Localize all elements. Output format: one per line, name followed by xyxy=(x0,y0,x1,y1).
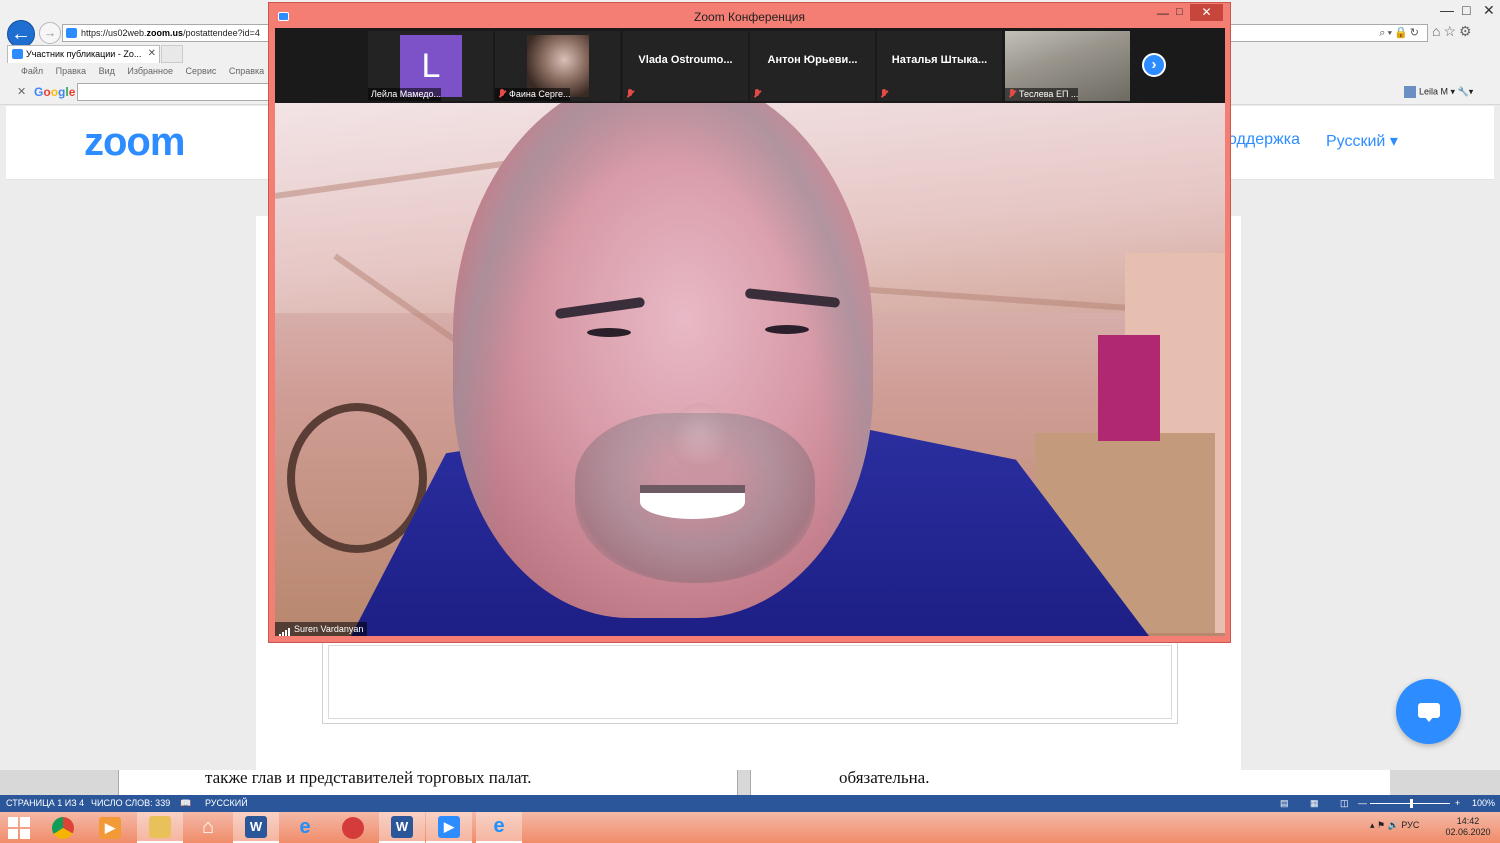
participant-name: Лейла Мамедо... xyxy=(368,88,442,101)
participants-strip: L Лейла Мамедо... Фаина Серге... Vlada O… xyxy=(275,28,1225,103)
new-tab-button[interactable] xyxy=(161,45,183,63)
close-icon[interactable]: ✕ xyxy=(1190,4,1223,21)
participant-name: Теслева ЕП ... xyxy=(1019,89,1079,99)
chat-button[interactable] xyxy=(1396,679,1461,744)
word-icon[interactable]: W xyxy=(233,812,279,843)
zoom-app-icon[interactable]: ▶ xyxy=(426,812,472,843)
menu-view[interactable]: Вид xyxy=(99,66,115,76)
home-star-gear-icons[interactable]: ⌂☆⚙ xyxy=(1432,23,1475,40)
participant-tile[interactable]: Фаина Серге... xyxy=(495,31,620,101)
zoom-in-icon[interactable]: + xyxy=(1455,795,1460,812)
chevron-down-icon: ▾ xyxy=(1389,133,1398,150)
media-player-icon[interactable]: ▶ xyxy=(87,812,133,843)
forward-arrow-icon[interactable]: → xyxy=(39,22,61,44)
maximize-icon[interactable]: □ xyxy=(1462,2,1470,18)
window-titlebar[interactable]: Zoom Конференция — □ ✕ xyxy=(269,3,1230,28)
word-page-left[interactable]: также глав и представителей торговых пал… xyxy=(118,770,738,795)
word-icon-2[interactable]: W xyxy=(379,812,425,843)
participant-name: Антон Юрьеви... xyxy=(767,53,858,66)
taskbar: ▶ ⌂ W e W ▶ e ▴ ⚑ 🔊 РУС 14:42 02.06.2020 xyxy=(0,812,1500,843)
avatar xyxy=(1404,86,1416,98)
word-status-bar: СТРАНИЦА 1 ИЗ 4 ЧИСЛО СЛОВ: 339 📖 РУССКИ… xyxy=(0,795,1500,812)
participant-tile[interactable]: Теслева ЕП ... xyxy=(1005,31,1130,101)
print-layout-icon[interactable]: ▦ xyxy=(1310,795,1319,812)
support-link[interactable]: оддержка xyxy=(1228,131,1300,149)
minimize-icon[interactable]: — xyxy=(1157,6,1169,20)
menu-edit[interactable]: Правка xyxy=(56,66,86,76)
muted-mic-icon xyxy=(753,89,761,98)
read-mode-icon[interactable]: ▤ xyxy=(1280,795,1289,812)
participant-tile[interactable]: Антон Юрьеви... xyxy=(750,31,875,101)
zoom-out-icon[interactable]: — xyxy=(1358,795,1367,812)
google-logo: Google xyxy=(34,85,76,99)
word-page-right[interactable]: обязательна. xyxy=(750,770,1390,795)
language-select[interactable]: Русский ▾ xyxy=(1326,131,1398,151)
zoom-favicon-icon xyxy=(12,49,23,59)
word-count[interactable]: ЧИСЛО СЛОВ: 339 xyxy=(91,795,170,812)
next-page-chevron-icon[interactable]: › xyxy=(1142,53,1166,77)
page-count[interactable]: СТРАНИЦА 1 ИЗ 4 xyxy=(6,795,84,812)
muted-mic-icon xyxy=(626,89,634,98)
file-explorer-icon[interactable] xyxy=(137,812,183,843)
address-bar[interactable]: https://us02web.zoom.us/postattendee?id=… xyxy=(62,24,274,42)
speaker-name-label: Suren Vardanyan xyxy=(275,622,368,636)
muted-mic-icon xyxy=(1008,89,1016,98)
minimize-icon[interactable]: — xyxy=(1440,2,1454,18)
menu-bar: Файл Правка Вид Избранное Сервис Справка xyxy=(21,66,274,76)
zoom-favicon-icon xyxy=(66,28,77,38)
content-panel xyxy=(322,640,1178,724)
back-arrow-icon[interactable]: ← xyxy=(7,20,35,48)
google-search-input[interactable] xyxy=(77,83,272,101)
red-button-icon[interactable] xyxy=(330,812,376,843)
muted-mic-icon xyxy=(498,89,506,98)
participant-name: Наталья Штыка... xyxy=(891,53,988,66)
toolbar-close-icon[interactable]: ✕ xyxy=(17,85,26,98)
tab-close-icon[interactable]: ✕ xyxy=(148,46,156,62)
windows-start-icon[interactable] xyxy=(8,817,30,839)
menu-file[interactable]: Файл xyxy=(21,66,43,76)
ie-icon-2[interactable]: e xyxy=(476,812,522,843)
participant-tile[interactable]: Vlada Ostroumo... xyxy=(623,31,748,101)
signal-strength-icon xyxy=(279,623,291,636)
participant-name: Фаина Серге... xyxy=(509,89,571,99)
ie-icon[interactable]: e xyxy=(282,812,328,843)
participant-name: Vlada Ostroumo... xyxy=(638,53,733,66)
menu-tools[interactable]: Сервис xyxy=(186,66,217,76)
address-bar-actions[interactable]: ⌕▾🔒↻ xyxy=(1230,24,1428,42)
zoom-logo[interactable]: zoom xyxy=(84,120,185,165)
clock[interactable]: 14:42 02.06.2020 xyxy=(1440,816,1496,838)
menu-favorites[interactable]: Избранное xyxy=(127,66,173,76)
proofing-icon[interactable]: 📖 xyxy=(180,795,191,812)
maximize-icon[interactable]: □ xyxy=(1176,6,1183,18)
zoom-meeting-window: Zoom Конференция — □ ✕ L Лейла Мамедо...… xyxy=(268,2,1231,643)
zoom-slider[interactable] xyxy=(1370,799,1450,808)
system-tray[interactable]: ▴ ⚑ 🔊 РУС xyxy=(1370,820,1419,831)
zoom-level[interactable]: 100% xyxy=(1472,795,1495,812)
menu-help[interactable]: Справка xyxy=(229,66,264,76)
chrome-icon[interactable] xyxy=(40,812,86,843)
web-layout-icon[interactable]: ◫ xyxy=(1340,795,1349,812)
window-title: Zoom Конференция xyxy=(694,10,805,24)
participant-tile[interactable]: L Лейла Мамедо... xyxy=(368,31,493,101)
browser-tab[interactable]: Участник публикации - Zo... ✕ xyxy=(7,45,160,63)
active-speaker-video[interactable]: Suren Vardanyan xyxy=(275,103,1225,636)
user-account[interactable]: Leila M ▾ 🔧▾ xyxy=(1404,86,1473,98)
participant-tile[interactable]: Наталья Штыка... xyxy=(877,31,1002,101)
muted-mic-icon xyxy=(880,89,888,98)
language-status[interactable]: РУССКИЙ xyxy=(205,795,248,812)
close-icon[interactable]: ✕ xyxy=(1483,2,1495,19)
home-icon[interactable]: ⌂ xyxy=(185,812,231,843)
